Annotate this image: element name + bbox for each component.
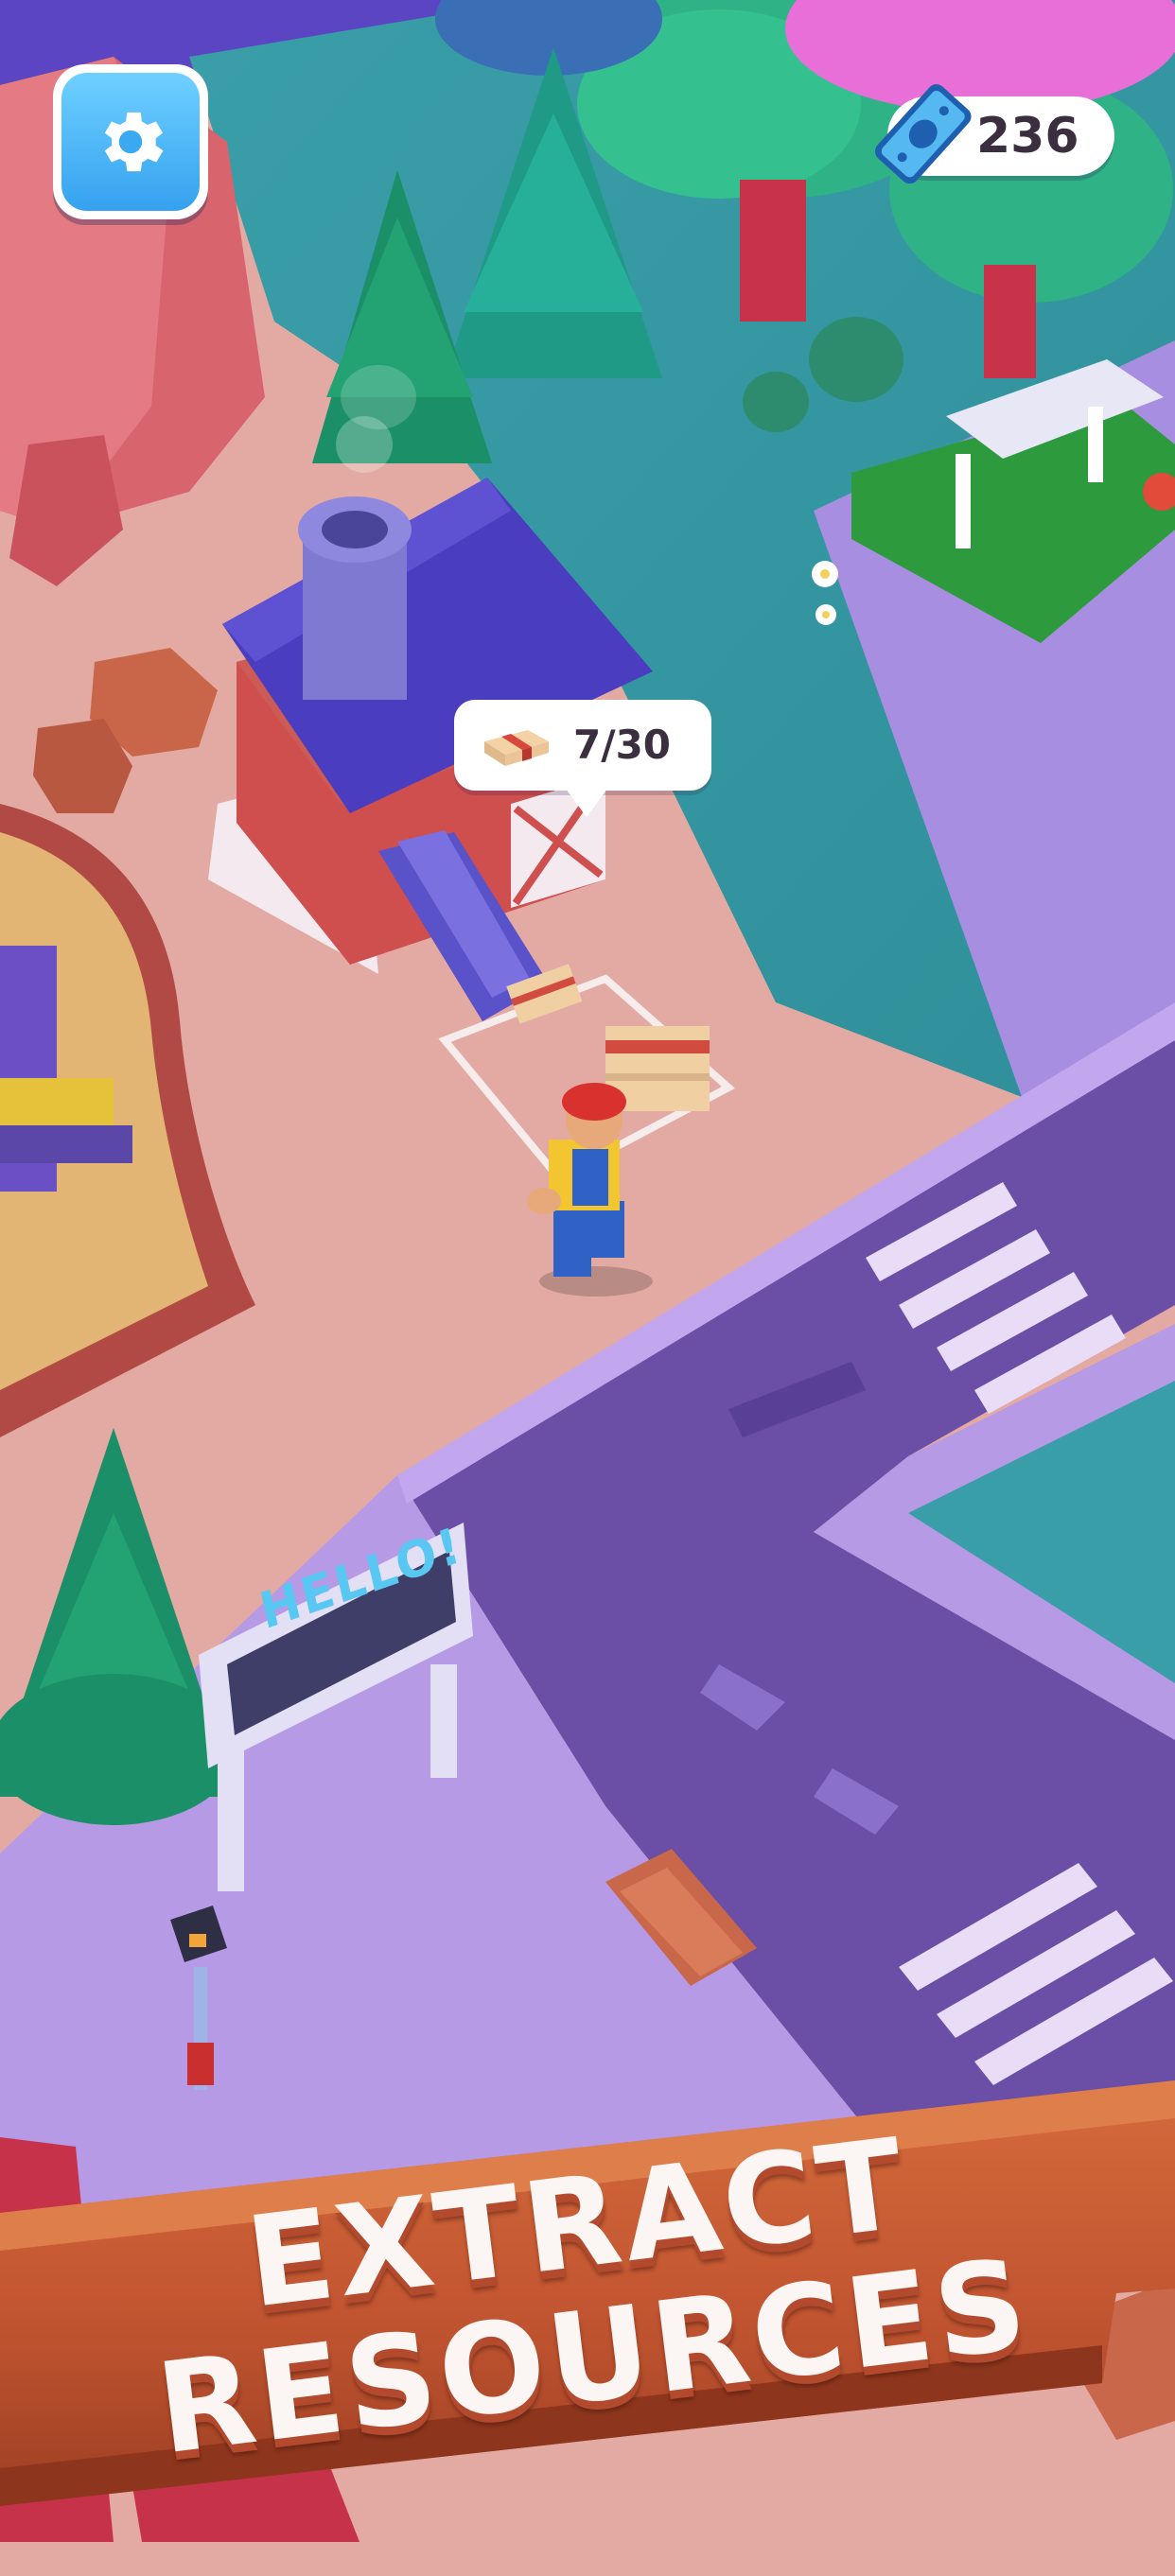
worker-character (527, 1083, 653, 1297)
pine-tree-lower (0, 1428, 237, 1825)
sand-quarry (0, 804, 255, 1437)
resource-count: 7/30 (573, 722, 672, 768)
tree-trunk (740, 180, 806, 322)
gear-icon (104, 112, 164, 172)
cash-banknote-icon (874, 84, 972, 184)
settings-button[interactable] (53, 64, 208, 219)
plank-stack-icon (484, 730, 549, 766)
currency-amount: 236 (976, 108, 1079, 165)
stones (33, 648, 218, 813)
resource-bubble: 7/30 (454, 700, 711, 817)
